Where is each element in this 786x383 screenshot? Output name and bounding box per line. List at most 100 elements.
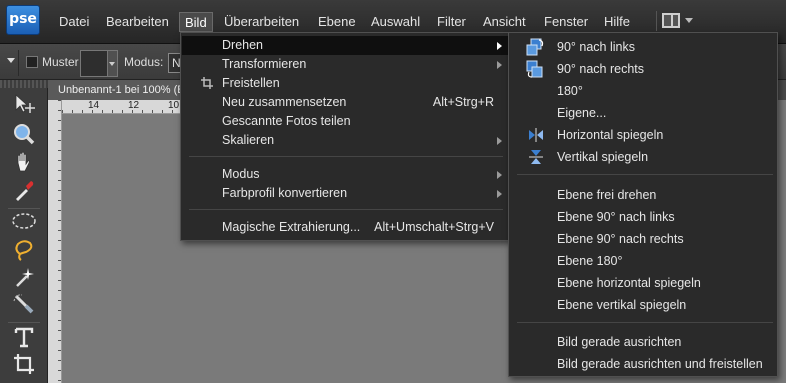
toolbox-divider xyxy=(8,322,40,323)
menu-item-label: 90° nach links xyxy=(557,40,635,54)
bild-menu-skalieren[interactable]: Skalieren xyxy=(182,131,508,150)
pattern-picker-button[interactable] xyxy=(108,50,118,77)
ruler-tick-label: 12 xyxy=(128,100,140,111)
pattern-swatch[interactable] xyxy=(80,50,108,77)
toolbox-divider xyxy=(8,208,40,209)
text-tool-icon xyxy=(14,327,34,348)
menu-divider xyxy=(189,209,503,210)
ruler-tick-label: 10 xyxy=(168,100,180,111)
menu-item-label: Magische Extrahierung... xyxy=(222,220,361,234)
bild-menu-gescannte-fotos-teilen[interactable]: Gescannte Fotos teilen xyxy=(182,112,508,131)
menu-item-label: Eigene... xyxy=(557,106,607,120)
bild-menu-neu-zusammensetzen[interactable]: Neu zusammensetzen Alt+Strg+R xyxy=(182,93,508,112)
ebene-frei-drehen[interactable]: Ebene frei drehen xyxy=(510,184,776,206)
text-tool[interactable] xyxy=(9,325,39,353)
menu-item-label: Ebene 180° xyxy=(557,254,623,268)
crop-tool[interactable] xyxy=(9,352,39,380)
lasso-tool[interactable] xyxy=(9,238,39,266)
ebene-horizontal-spiegeln[interactable]: Ebene horizontal spiegeln xyxy=(510,272,776,294)
muster-label: Muster xyxy=(42,55,79,69)
options-divider xyxy=(18,50,19,76)
menu-bild[interactable]: Bild xyxy=(179,12,213,32)
selection-brush-tool-icon xyxy=(13,294,34,314)
move-tool[interactable] xyxy=(9,93,39,121)
selection-brush-tool[interactable] xyxy=(9,292,39,320)
menu-ansicht[interactable]: Ansicht xyxy=(480,12,529,32)
ruler-tick-label: 14 xyxy=(88,100,100,111)
menu-datei[interactable]: Datei xyxy=(56,12,92,32)
submenu-arrow-icon xyxy=(497,61,502,69)
lasso-tool-icon xyxy=(15,240,33,261)
menu-item-label: Ebene 90° nach links xyxy=(557,210,675,224)
menu-divider xyxy=(189,156,503,157)
bild-menu-drehen[interactable]: Drehen xyxy=(182,36,508,55)
muster-checkbox[interactable] xyxy=(26,56,38,68)
eyedropper-tool[interactable] xyxy=(9,178,39,206)
menu-item-label: Ebene horizontal spiegeln xyxy=(557,276,701,290)
marquee-tool-icon xyxy=(12,213,36,229)
marquee-tool[interactable] xyxy=(9,211,39,239)
menu-item-label: Farbprofil konvertieren xyxy=(222,186,348,200)
window-layout-button[interactable] xyxy=(656,11,696,31)
bild-gerade-ausrichten[interactable]: Bild gerade ausrichten xyxy=(510,331,776,353)
zoom-tool[interactable] xyxy=(9,122,39,150)
move-tool-icon xyxy=(15,94,35,113)
bild-menu-transformieren[interactable]: Transformieren xyxy=(182,55,508,74)
menu-item-label: Gescannte Fotos teilen xyxy=(222,114,351,128)
menu-auswahl[interactable]: Auswahl xyxy=(368,12,423,32)
eyedropper-tool-icon xyxy=(16,181,34,201)
hand-tool[interactable] xyxy=(9,150,39,178)
menu-bearbeiten[interactable]: Bearbeiten xyxy=(103,12,172,32)
app-logo: pse xyxy=(6,5,40,35)
ebene-vertikal-spiegeln[interactable]: Ebene vertikal spiegeln xyxy=(510,294,776,316)
magic-wand-tool-icon xyxy=(16,268,34,287)
bild-menu-modus[interactable]: Modus xyxy=(182,165,508,184)
menu-divider xyxy=(517,174,773,175)
drehen-180[interactable]: 180° xyxy=(510,80,776,102)
flip-vertical-icon xyxy=(529,150,543,164)
menu-item-shortcut: Alt+Umschalt+Strg+V xyxy=(374,220,494,234)
submenu-arrow-icon xyxy=(497,171,502,179)
menu-item-label: Bild gerade ausrichten und freistellen xyxy=(557,357,763,371)
drehen-90-rechts[interactable]: 90° nach rechts xyxy=(510,58,776,80)
drehen-vertikal-spiegeln[interactable]: Vertikal spiegeln xyxy=(510,146,776,168)
menu-item-label: Neu zusammensetzen xyxy=(222,95,347,109)
ebene-90-rechts[interactable]: Ebene 90° nach rechts xyxy=(510,228,776,250)
menu-item-shortcut: Alt+Strg+R xyxy=(432,95,494,109)
flip-horizontal-icon xyxy=(529,128,543,142)
menu-item-label: Vertikal spiegeln xyxy=(557,150,649,164)
toolbox-grip[interactable] xyxy=(0,80,48,88)
document-tab[interactable]: Unbenannt-1 bei 100% (E xyxy=(48,80,188,100)
modus-label: Modus: xyxy=(124,55,164,69)
menu-item-label: Drehen xyxy=(222,38,263,52)
crop-tool-icon xyxy=(14,354,34,374)
bild-menu-farbprofil-konvertieren[interactable]: Farbprofil konvertieren xyxy=(182,184,508,203)
menu-item-label: Horizontal spiegeln xyxy=(557,128,664,142)
menu-ueberarbeiten[interactable]: Überarbeiten xyxy=(221,12,302,32)
drehen-eigene[interactable]: Eigene... xyxy=(510,102,776,124)
window-layout-icon xyxy=(662,13,680,28)
chevron-down-icon xyxy=(685,18,693,23)
menu-hilfe[interactable]: Hilfe xyxy=(601,12,633,32)
menu-item-label: Ebene frei drehen xyxy=(557,188,657,202)
rotate-right-icon xyxy=(526,60,543,78)
magic-wand-tool[interactable] xyxy=(9,265,39,293)
ebene-180[interactable]: Ebene 180° xyxy=(510,250,776,272)
ebene-90-links[interactable]: Ebene 90° nach links xyxy=(510,206,776,228)
menu-ebene[interactable]: Ebene xyxy=(315,12,359,32)
bild-gerade-ausrichten-freistellen[interactable]: Bild gerade ausrichten und freistellen xyxy=(510,353,776,375)
bild-menu-magische-extrahierung[interactable]: Magische Extrahierung... Alt+Umschalt+St… xyxy=(182,218,508,237)
menu-item-label: Ebene vertikal spiegeln xyxy=(557,298,687,312)
ruler-left xyxy=(48,100,62,383)
crop-icon xyxy=(201,77,213,89)
bild-menu-freistellen[interactable]: Freistellen xyxy=(182,74,508,93)
menu-item-label: 180° xyxy=(557,84,583,98)
menu-item-label: Ebene 90° nach rechts xyxy=(557,232,684,246)
drehen-horizontal-spiegeln[interactable]: Horizontal spiegeln xyxy=(510,124,776,146)
menu-fenster[interactable]: Fenster xyxy=(541,12,591,32)
menu-item-label: Modus xyxy=(222,167,260,181)
tool-preset-dropdown-icon[interactable] xyxy=(7,58,15,63)
menu-item-label: Transformieren xyxy=(222,57,307,71)
drehen-90-links[interactable]: 90° nach links xyxy=(510,36,776,58)
menu-filter[interactable]: Filter xyxy=(434,12,469,32)
